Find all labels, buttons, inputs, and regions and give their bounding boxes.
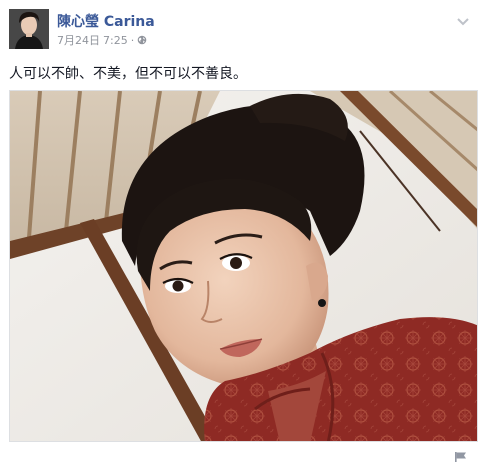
globe-icon[interactable] [137,35,147,45]
status-text: 人可以不帥、不美，但不可以不善良。 [9,66,247,82]
post-meta: 7月24日 7:25 · [57,32,147,48]
post-time[interactable]: 7:25 [103,34,128,47]
flag-icon[interactable] [454,448,468,462]
avatar-image [9,9,49,49]
post-photo[interactable] [9,90,478,442]
facebook-post: 陳心瑩 Carina 7月24日 7:25 · 人可以不帥、不美，但不可以不善良… [0,0,478,462]
post-date[interactable]: 7月24日 [57,32,100,48]
chevron-down-icon[interactable] [456,12,470,26]
selfie-image [10,91,477,441]
author-name[interactable]: 陳心瑩 Carina [57,11,155,31]
avatar[interactable] [9,9,49,49]
meta-separator: · [130,33,135,47]
